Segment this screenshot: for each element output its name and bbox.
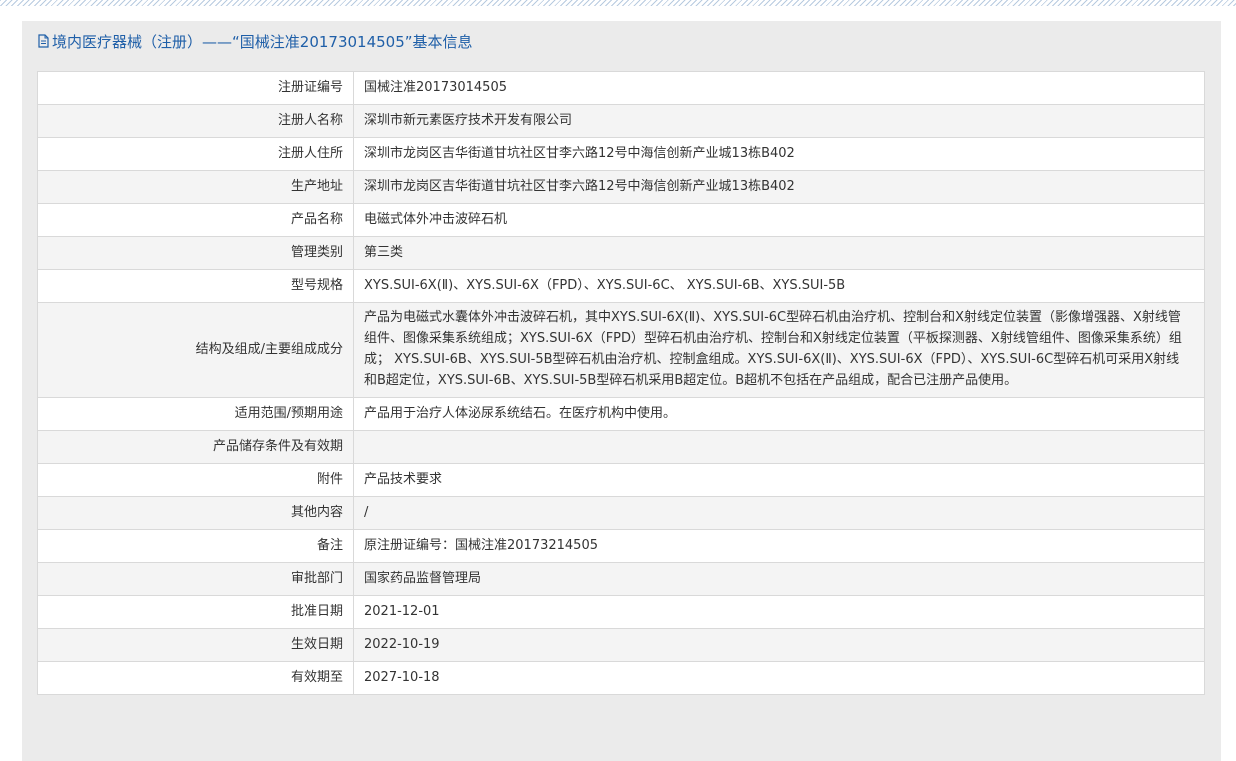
row-value: 2022-10-19: [353, 628, 1205, 662]
table-row: 注册人住所 深圳市龙岗区吉华街道甘坑社区甘李六路12号中海信创新产业城13栋B4…: [37, 137, 1205, 171]
table-row: 注册人名称 深圳市新元素医疗技术开发有限公司: [37, 104, 1205, 138]
row-label: 有效期至: [37, 661, 354, 695]
table-row: 批准日期 2021-12-01: [37, 595, 1205, 629]
row-label: 注册人名称: [37, 104, 354, 138]
row-label: 生产地址: [37, 170, 354, 204]
row-value: 深圳市龙岗区吉华街道甘坑社区甘李六路12号中海信创新产业城13栋B402: [353, 137, 1205, 171]
row-value: 国家药品监督管理局: [353, 562, 1205, 596]
detail-table-wrapper: 注册证编号 国械注准20173014505 注册人名称 深圳市新元素医疗技术开发…: [37, 71, 1205, 695]
row-value: 第三类: [353, 236, 1205, 270]
row-value: 原注册证编号：国械注准20173214505: [353, 529, 1205, 563]
row-label: 生效日期: [37, 628, 354, 662]
row-label: 备注: [37, 529, 354, 563]
row-value: 电磁式体外冲击波碎石机: [353, 203, 1205, 237]
info-panel: 境内医疗器械（注册）——“国械注准20173014505”基本信息 注册证编号 …: [22, 21, 1221, 761]
table-row: 生产地址 深圳市龙岗区吉华街道甘坑社区甘李六路12号中海信创新产业城13栋B40…: [37, 170, 1205, 204]
row-label: 产品名称: [37, 203, 354, 237]
row-label: 附件: [37, 463, 354, 497]
row-value: 深圳市新元素医疗技术开发有限公司: [353, 104, 1205, 138]
table-row: 备注 原注册证编号：国械注准20173214505: [37, 529, 1205, 563]
page-title: 境内医疗器械（注册）——“国械注准20173014505”基本信息: [52, 32, 473, 51]
row-value: 产品技术要求: [353, 463, 1205, 497]
row-label: 注册证编号: [37, 71, 354, 105]
row-label: 审批部门: [37, 562, 354, 596]
document-icon: [38, 34, 49, 48]
table-row: 有效期至 2027-10-18: [37, 661, 1205, 695]
row-value: XYS.SUI-6X(Ⅱ)、XYS.SUI-6X（FPD）、XYS.SUI-6C…: [353, 269, 1205, 303]
table-row: 注册证编号 国械注准20173014505: [37, 71, 1205, 105]
table-row: 生效日期 2022-10-19: [37, 628, 1205, 662]
row-value: [353, 430, 1205, 464]
row-value: 国械注准20173014505: [353, 71, 1205, 105]
table-row: 产品储存条件及有效期: [37, 430, 1205, 464]
row-value: 2027-10-18: [353, 661, 1205, 695]
table-row: 结构及组成/主要组成成分 产品为电磁式水囊体外冲击波碎石机，其中XYS.SUI-…: [37, 302, 1205, 398]
row-label: 批准日期: [37, 595, 354, 629]
row-label: 结构及组成/主要组成成分: [37, 302, 354, 398]
table-row: 适用范围/预期用途 产品用于治疗人体泌尿系统结石。在医疗机构中使用。: [37, 397, 1205, 431]
row-label: 其他内容: [37, 496, 354, 530]
row-value: 深圳市龙岗区吉华街道甘坑社区甘李六路12号中海信创新产业城13栋B402: [353, 170, 1205, 204]
row-value: /: [353, 496, 1205, 530]
row-label: 注册人住所: [37, 137, 354, 171]
table-row: 管理类别 第三类: [37, 236, 1205, 270]
detail-table: 注册证编号 国械注准20173014505 注册人名称 深圳市新元素医疗技术开发…: [37, 71, 1205, 695]
table-row: 审批部门 国家药品监督管理局: [37, 562, 1205, 596]
table-row: 产品名称 电磁式体外冲击波碎石机: [37, 203, 1205, 237]
row-label: 管理类别: [37, 236, 354, 270]
row-label: 产品储存条件及有效期: [37, 430, 354, 464]
row-label: 适用范围/预期用途: [37, 397, 354, 431]
row-value: 2021-12-01: [353, 595, 1205, 629]
row-value: 产品为电磁式水囊体外冲击波碎石机，其中XYS.SUI-6X(Ⅱ)、XYS.SUI…: [353, 302, 1205, 398]
panel-header: 境内医疗器械（注册）——“国械注准20173014505”基本信息: [22, 21, 1221, 61]
top-decorative-stripe: [0, 0, 1236, 6]
row-value: 产品用于治疗人体泌尿系统结石。在医疗机构中使用。: [353, 397, 1205, 431]
table-row: 附件 产品技术要求: [37, 463, 1205, 497]
table-row: 型号规格 XYS.SUI-6X(Ⅱ)、XYS.SUI-6X（FPD）、XYS.S…: [37, 269, 1205, 303]
table-row: 其他内容 /: [37, 496, 1205, 530]
row-label: 型号规格: [37, 269, 354, 303]
